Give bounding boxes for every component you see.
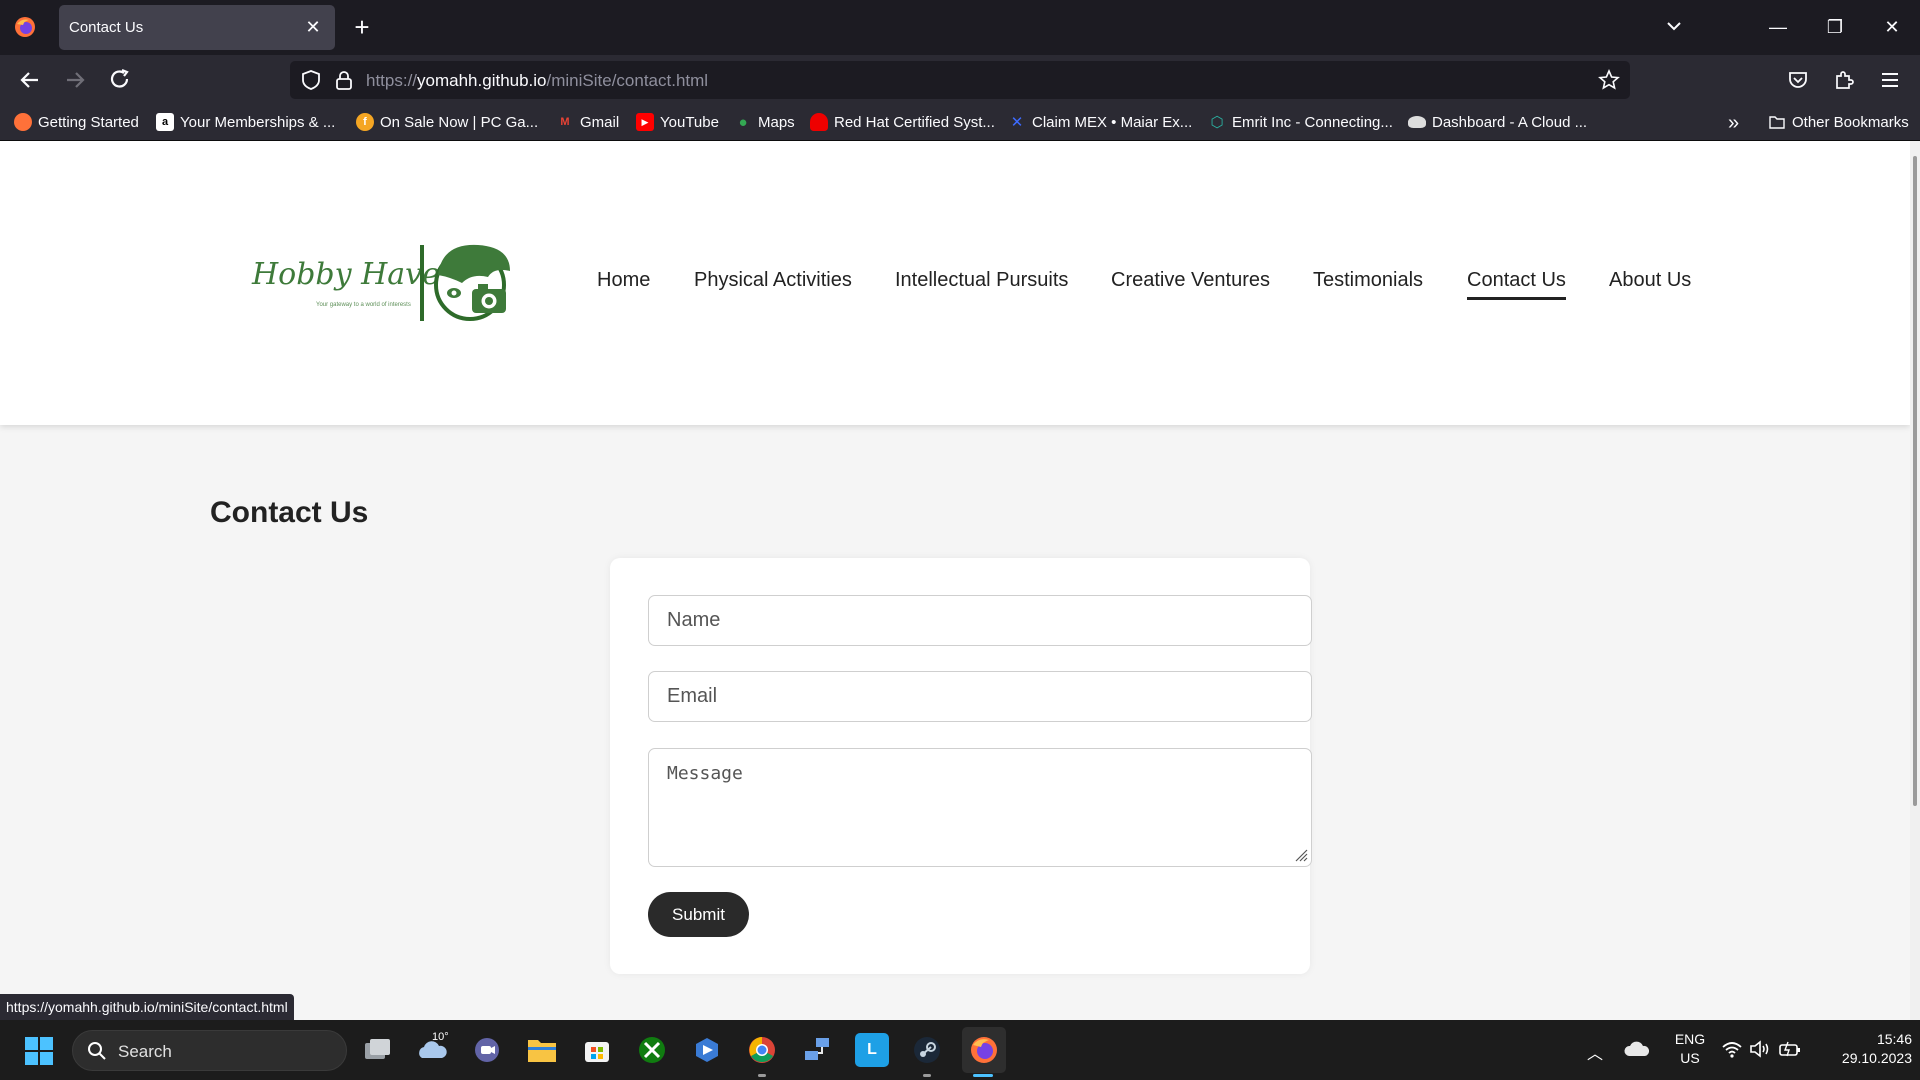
reload-icon[interactable]	[104, 64, 136, 96]
submit-button[interactable]: Submit	[648, 892, 749, 937]
firefox-taskbar-icon[interactable]	[962, 1027, 1006, 1073]
nav-testimonials[interactable]: Testimonials	[1313, 269, 1423, 292]
wifi-icon[interactable]	[1721, 1039, 1743, 1059]
bookmark-item[interactable]: f On Sale Now | PC Ga...	[356, 111, 538, 133]
bookmark-item[interactable]: ● Maps	[734, 111, 794, 133]
bookmark-item[interactable]: a Your Memberships & ...	[156, 111, 335, 133]
bookmark-item[interactable]: Getting Started	[14, 111, 139, 133]
page-title: Contact Us	[210, 496, 369, 529]
clock-time: 15:46	[1876, 1031, 1912, 1047]
bookmark-item[interactable]: ✕ Claim MEX • Maiar Ex...	[1008, 111, 1193, 133]
nav-creative-ventures[interactable]: Creative Ventures	[1111, 269, 1270, 292]
link-status-tooltip: https://yomahh.github.io/miniSite/contac…	[0, 994, 294, 1020]
bookmark-star-icon[interactable]	[1598, 69, 1620, 91]
tab-bar: Contact Us ✕ + — ❐ ✕	[0, 0, 1920, 55]
chrome-icon[interactable]	[745, 1033, 779, 1067]
cloud-icon	[1408, 116, 1426, 128]
running-indicator	[758, 1074, 766, 1077]
web-page: Hobby Haven Your gateway to a world of i…	[0, 141, 1920, 1020]
nav-physical-activities[interactable]: Physical Activities	[694, 269, 852, 292]
list-all-tabs-icon[interactable]	[1660, 12, 1688, 40]
store-icon: f	[356, 113, 374, 131]
taskbar-search-box[interactable]: Search	[72, 1030, 347, 1071]
site-logo[interactable]: Hobby Haven Your gateway to a world of i…	[248, 237, 518, 327]
new-tab-button[interactable]: +	[348, 11, 376, 43]
l-app-icon[interactable]: L	[855, 1033, 889, 1067]
close-tab-icon[interactable]: ✕	[301, 15, 325, 39]
teams-icon[interactable]	[470, 1033, 504, 1067]
search-icon	[88, 1042, 106, 1060]
logo-tagline: Your gateway to a world of interests	[316, 302, 411, 308]
network-app-icon[interactable]	[800, 1033, 834, 1067]
tab-title: Contact Us	[69, 19, 144, 36]
bookmark-item[interactable]: ▶ YouTube	[636, 111, 719, 133]
minimize-window-button[interactable]: —	[1758, 12, 1798, 42]
file-explorer-icon[interactable]	[525, 1033, 559, 1067]
hobby-head-camera-logo-icon	[434, 244, 510, 321]
gmail-icon: M	[560, 116, 570, 128]
emrit-icon: ⬡	[1210, 114, 1224, 131]
contact-form: Submit	[610, 558, 1312, 974]
tracking-protection-shield-icon[interactable]	[300, 69, 322, 91]
redhat-icon	[810, 113, 828, 131]
navigation-toolbar: https://yomahh.github.io/miniSite/contac…	[0, 55, 1920, 103]
bookmark-item[interactable]: Dashboard - A Cloud ...	[1408, 111, 1587, 133]
weather-temperature: 10°	[432, 1031, 449, 1043]
system-clock[interactable]: 15:46 29.10.2023	[1812, 1030, 1912, 1068]
active-tab[interactable]: Contact Us ✕	[59, 5, 335, 50]
maiar-icon: ✕	[1010, 114, 1024, 131]
maps-icon: ●	[738, 113, 748, 131]
textarea-resize-handle-icon[interactable]	[1292, 846, 1308, 862]
battery-charging-icon[interactable]	[1778, 1039, 1802, 1059]
url-bar[interactable]: https://yomahh.github.io/miniSite/contac…	[290, 61, 1630, 99]
clock-date: 29.10.2023	[1841, 1050, 1912, 1066]
show-hidden-icons-chevron-icon[interactable]: ︿	[1587, 1040, 1609, 1063]
site-header: Hobby Haven Your gateway to a world of i…	[0, 141, 1910, 425]
firefox-icon	[14, 113, 32, 131]
pocket-icon[interactable]	[1786, 68, 1810, 92]
name-field[interactable]	[648, 595, 1312, 646]
running-indicator	[923, 1074, 931, 1077]
nav-contact-us[interactable]: Contact Us	[1467, 269, 1566, 300]
back-arrow-icon[interactable]	[14, 64, 46, 96]
input-language-indicator[interactable]: ENG US	[1670, 1030, 1710, 1068]
page-scrollbar[interactable]	[1910, 141, 1920, 1020]
message-field[interactable]	[648, 748, 1312, 867]
restore-window-button[interactable]: ❐	[1815, 12, 1855, 42]
scrollbar-thumb[interactable]	[1913, 156, 1917, 806]
url-text[interactable]: https://yomahh.github.io/miniSite/contac…	[366, 71, 708, 91]
lock-icon[interactable]	[334, 69, 354, 91]
volume-icon[interactable]	[1749, 1039, 1771, 1059]
xbox-icon[interactable]	[635, 1033, 669, 1067]
forward-arrow-icon[interactable]	[59, 64, 91, 96]
nav-about-us[interactable]: About Us	[1609, 269, 1691, 292]
more-bookmarks-chevron-icon[interactable]: »	[1728, 112, 1750, 134]
other-bookmarks-folder[interactable]: Other Bookmarks	[1768, 111, 1909, 133]
nav-intellectual-pursuits[interactable]: Intellectual Pursuits	[895, 269, 1068, 292]
firefox-menu-icon[interactable]	[14, 16, 36, 38]
youtube-icon: ▶	[636, 113, 654, 131]
task-view-icon[interactable]	[360, 1033, 394, 1067]
nav-home[interactable]: Home	[597, 269, 650, 292]
onedrive-cloud-icon[interactable]	[1624, 1039, 1650, 1059]
logo-divider	[420, 245, 424, 321]
bookmark-item[interactable]: M Gmail	[556, 111, 619, 133]
windows-taskbar: Search 10° L ︿ ENG US 15:46 29.10.2023	[0, 1020, 1920, 1080]
folder-icon	[1769, 116, 1785, 129]
search-label: Search	[118, 1042, 172, 1061]
extensions-puzzle-icon[interactable]	[1832, 68, 1856, 92]
email-field[interactable]	[648, 671, 1312, 722]
copilot-icon[interactable]	[690, 1033, 724, 1067]
windows-start-icon[interactable]	[24, 1036, 54, 1066]
bookmark-item[interactable]: Red Hat Certified Syst...	[810, 111, 995, 133]
bookmark-item[interactable]: ⬡ Emrit Inc - Connecting...	[1208, 111, 1392, 133]
logo-wordmark: Hobby Haven	[252, 257, 460, 292]
active-app-indicator	[973, 1074, 993, 1077]
steam-icon[interactable]	[910, 1033, 944, 1067]
hamburger-menu-icon[interactable]	[1878, 68, 1902, 92]
bookmarks-toolbar: Getting Started a Your Memberships & ... …	[0, 103, 1920, 141]
amazon-icon: a	[156, 113, 174, 131]
close-window-button[interactable]: ✕	[1872, 12, 1912, 42]
ms-store-icon[interactable]	[580, 1033, 614, 1067]
